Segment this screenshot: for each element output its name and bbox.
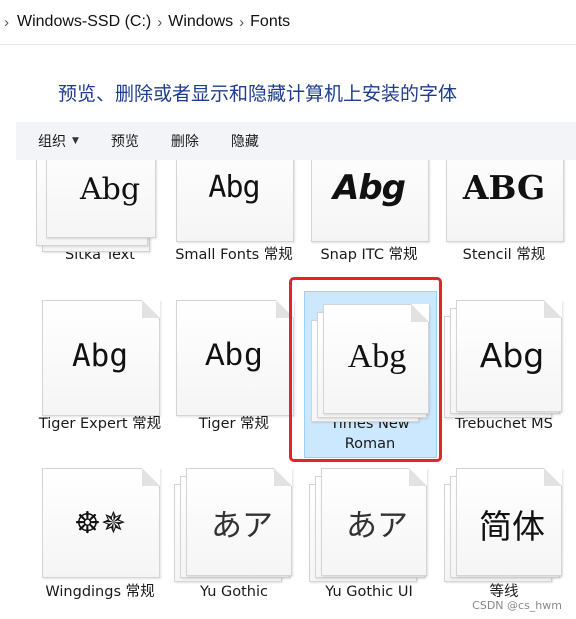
hide-button[interactable]: 隐藏: [215, 131, 275, 151]
font-name-label: Yu Gothic: [200, 584, 268, 600]
font-sample-preview: ABG: [462, 168, 546, 207]
breadcrumb-segment-windows[interactable]: › Windows: [151, 13, 233, 31]
font-tile[interactable]: Abg Snap ITC 常规: [301, 160, 437, 268]
breadcrumb-windows[interactable]: Windows: [168, 13, 233, 31]
font-sample-preview: Abg: [72, 338, 128, 374]
font-name-label: Tiger 常规: [198, 416, 270, 432]
font-sample-preview: Abg: [333, 168, 406, 208]
font-name-label: Wingdings 常规: [45, 584, 155, 600]
font-tile[interactable]: Abg Tiger 常规: [166, 300, 302, 460]
font-tile[interactable]: Abg Trebuchet MS: [436, 300, 572, 460]
chevron-right-icon: ›: [4, 13, 9, 31]
font-sample-preview: Abg: [205, 338, 263, 375]
font-tile[interactable]: ABG Stencil 常规: [436, 160, 572, 268]
breadcrumb-segment-fonts[interactable]: › Fonts: [233, 13, 290, 31]
command-toolbar: 组织 ▼ 预览 删除 隐藏: [16, 122, 576, 160]
annotation-highlight-box: [289, 277, 442, 462]
font-sample-preview: 简体: [479, 507, 545, 546]
font-tile[interactable]: Abg Small Fonts 常规: [166, 160, 302, 268]
font-sample-preview: ☸✵: [73, 506, 127, 541]
font-name-label: Yu Gothic UI: [325, 584, 413, 600]
font-tile[interactable]: あア Yu Gothic UI: [301, 468, 437, 619]
page-title: 预览、删除或者显示和隐藏计算机上安装的字体: [58, 83, 458, 105]
breadcrumb-fonts[interactable]: Fonts: [250, 13, 290, 31]
font-tile[interactable]: 简体 等线: [436, 468, 572, 619]
organize-label: 组织: [38, 134, 66, 150]
breadcrumb-segment-drive[interactable]: › Windows-SSD (C:): [0, 13, 151, 31]
font-grid: Abg Sitka Text Abg Small Fonts 常规 Abg Sn…: [0, 160, 576, 619]
address-breadcrumb[interactable]: › Windows-SSD (C:) › Windows › Fonts: [0, 0, 576, 45]
delete-button[interactable]: 删除: [155, 131, 215, 151]
preview-button[interactable]: 预览: [95, 131, 155, 151]
font-tile[interactable]: あア Yu Gothic: [166, 468, 302, 619]
font-sample-preview: あア: [346, 508, 408, 544]
breadcrumb-drive[interactable]: Windows-SSD (C:): [17, 13, 151, 31]
font-name-label: Snap ITC 常规: [320, 247, 418, 263]
font-tile[interactable]: Abg Tiger Expert 常规: [32, 300, 168, 460]
font-name-label: Small Fonts 常规: [175, 247, 293, 263]
font-name-label: Tiger Expert 常规: [38, 416, 162, 432]
chevron-right-icon[interactable]: ›: [239, 14, 244, 31]
font-tile[interactable]: ☸✵ Wingdings 常规: [32, 468, 168, 619]
font-sample-preview: Abg: [208, 170, 260, 205]
font-sample-preview: Abg: [79, 172, 141, 207]
caret-down-icon: ▼: [72, 136, 79, 146]
font-sample-preview: あア: [211, 508, 273, 544]
organize-menu-button[interactable]: 组织 ▼: [16, 131, 95, 151]
font-tile[interactable]: Abg Sitka Text: [32, 160, 168, 268]
font-name-label: Stencil 常规: [462, 247, 546, 263]
watermark-text: CSDN @cs_hwm: [472, 599, 562, 612]
font-sample-preview: Abg: [479, 336, 545, 375]
chevron-right-icon[interactable]: ›: [157, 14, 162, 31]
